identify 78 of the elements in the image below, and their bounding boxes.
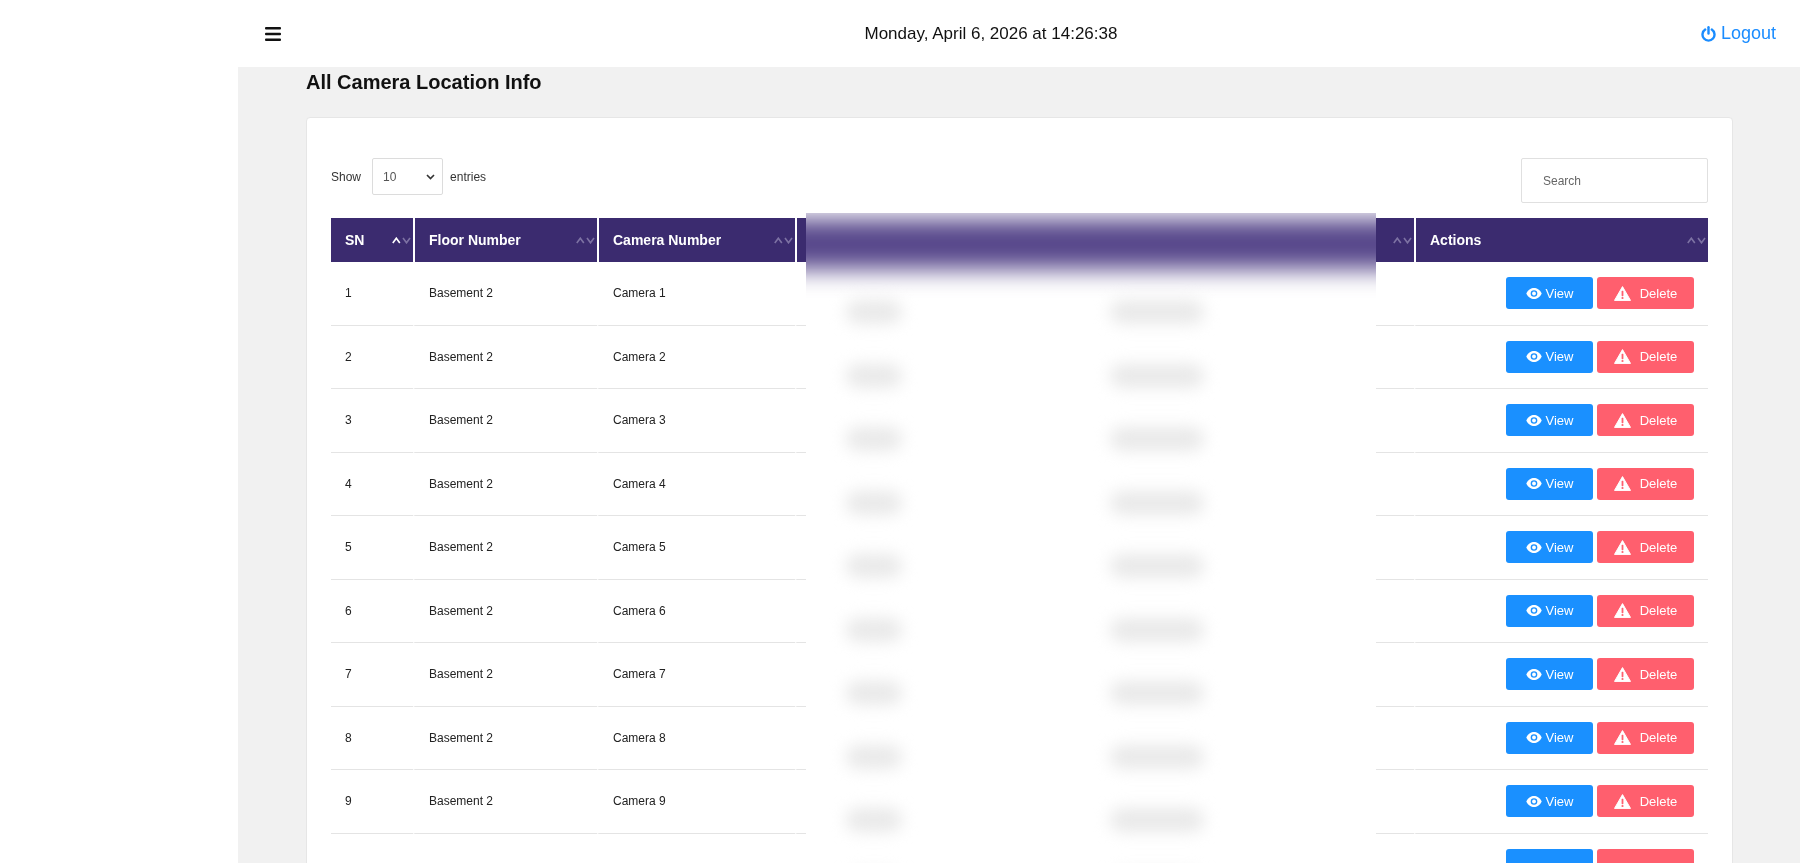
show-label: Show [331, 168, 362, 186]
view-button[interactable]: View [1506, 531, 1593, 564]
view-button[interactable]: View [1506, 594, 1593, 627]
table-cell-text: Camera 4 [613, 475, 666, 493]
table-cell-text: Basement 2 [429, 348, 494, 366]
table-cell-text: Camera 8 [613, 729, 666, 747]
table-cell-text: 7 [345, 666, 352, 684]
page-size-select[interactable]: 10 [372, 158, 444, 195]
chevron-down-icon [426, 173, 436, 180]
sort-arrows-icon[interactable] [392, 236, 411, 244]
table-cell-text: Camera 2 [613, 348, 666, 366]
eye-icon [1525, 287, 1542, 299]
eye-icon [1525, 541, 1542, 553]
power-icon [1700, 25, 1716, 42]
view-button[interactable]: View [1506, 467, 1593, 500]
table-cell-text: Basement 2 [429, 412, 494, 430]
date-time: Monday, April 6, 2026 at 14:26:38 [864, 22, 1118, 45]
delete-button[interactable]: Delete [1597, 531, 1694, 564]
table-cell-text: Camera 1 [613, 285, 666, 303]
warning-icon [1613, 349, 1631, 365]
view-button[interactable]: View [1506, 340, 1593, 373]
warning-icon [1613, 793, 1631, 809]
column-header[interactable]: Actions [1414, 218, 1708, 262]
menu-icon[interactable] [265, 26, 281, 41]
column-header[interactable]: SN [331, 218, 413, 262]
delete-button[interactable]: Delete [1597, 277, 1694, 310]
eye-icon [1525, 668, 1542, 680]
warning-icon [1613, 730, 1631, 746]
warning-icon [1613, 539, 1631, 555]
page-title: All Camera Location Info [306, 70, 542, 94]
eye-icon [1525, 795, 1542, 807]
table-cell-text: Basement 2 [429, 666, 494, 684]
table-cell-text: 1 [345, 285, 352, 303]
eye-icon [1525, 605, 1542, 617]
eye-icon [1525, 351, 1542, 363]
view-button[interactable]: View [1506, 658, 1593, 691]
column-header[interactable]: Floor Number [413, 218, 597, 262]
table-cell-text: 3 [345, 412, 352, 430]
delete-button[interactable]: Delete [1597, 721, 1694, 754]
warning-icon [1613, 603, 1631, 619]
table-cell-text: Camera 7 [613, 666, 666, 684]
view-button[interactable]: View [1506, 785, 1593, 818]
logout-link[interactable]: Logout [1700, 20, 1776, 47]
table-cell-text: 5 [345, 539, 352, 557]
search-field[interactable]: Search [1521, 158, 1708, 203]
warning-icon [1613, 412, 1631, 428]
delete-button[interactable]: Delete [1597, 658, 1694, 691]
table-cell-text: Basement 2 [429, 729, 494, 747]
table-cell-text: 2 [345, 348, 352, 366]
table-cell-text: 4 [345, 475, 352, 493]
eye-icon [1525, 732, 1542, 744]
table-cell-text: 6 [345, 602, 352, 620]
table-cell-text: Basement 2 [429, 475, 494, 493]
table-cell-text: Camera 6 [613, 602, 666, 620]
warning-icon [1613, 666, 1631, 682]
column-header[interactable]: Camera Number [597, 218, 795, 262]
table-cell-text: Camera 5 [613, 539, 666, 557]
view-button[interactable]: View [1506, 277, 1593, 310]
delete-button[interactable]: Delete [1597, 340, 1694, 373]
delete-button[interactable]: Delete [1597, 467, 1694, 500]
eye-icon [1525, 414, 1542, 426]
table-cell-text: Camera 9 [613, 793, 666, 811]
delete-button[interactable]: Delete [1597, 785, 1694, 818]
eye-icon [1525, 478, 1542, 490]
table-cell-text: Basement 2 [429, 285, 494, 303]
table-cell-text: Basement 2 [429, 539, 494, 557]
warning-icon [1613, 476, 1631, 492]
delete-button[interactable]: Delete [1597, 404, 1694, 437]
table-cell-text: Basement 2 [429, 602, 494, 620]
delete-button[interactable]: Delete [1597, 594, 1694, 627]
view-button[interactable]: View [1506, 721, 1593, 754]
table-cell-text: Camera 3 [613, 412, 666, 430]
table-cell-text: 8 [345, 729, 352, 747]
table-cell-text: 9 [345, 793, 352, 811]
warning-icon [1613, 285, 1631, 301]
view-button[interactable]: View [1506, 404, 1593, 437]
entries-label: entries [450, 168, 487, 186]
table-cell-text: Basement 2 [429, 793, 494, 811]
